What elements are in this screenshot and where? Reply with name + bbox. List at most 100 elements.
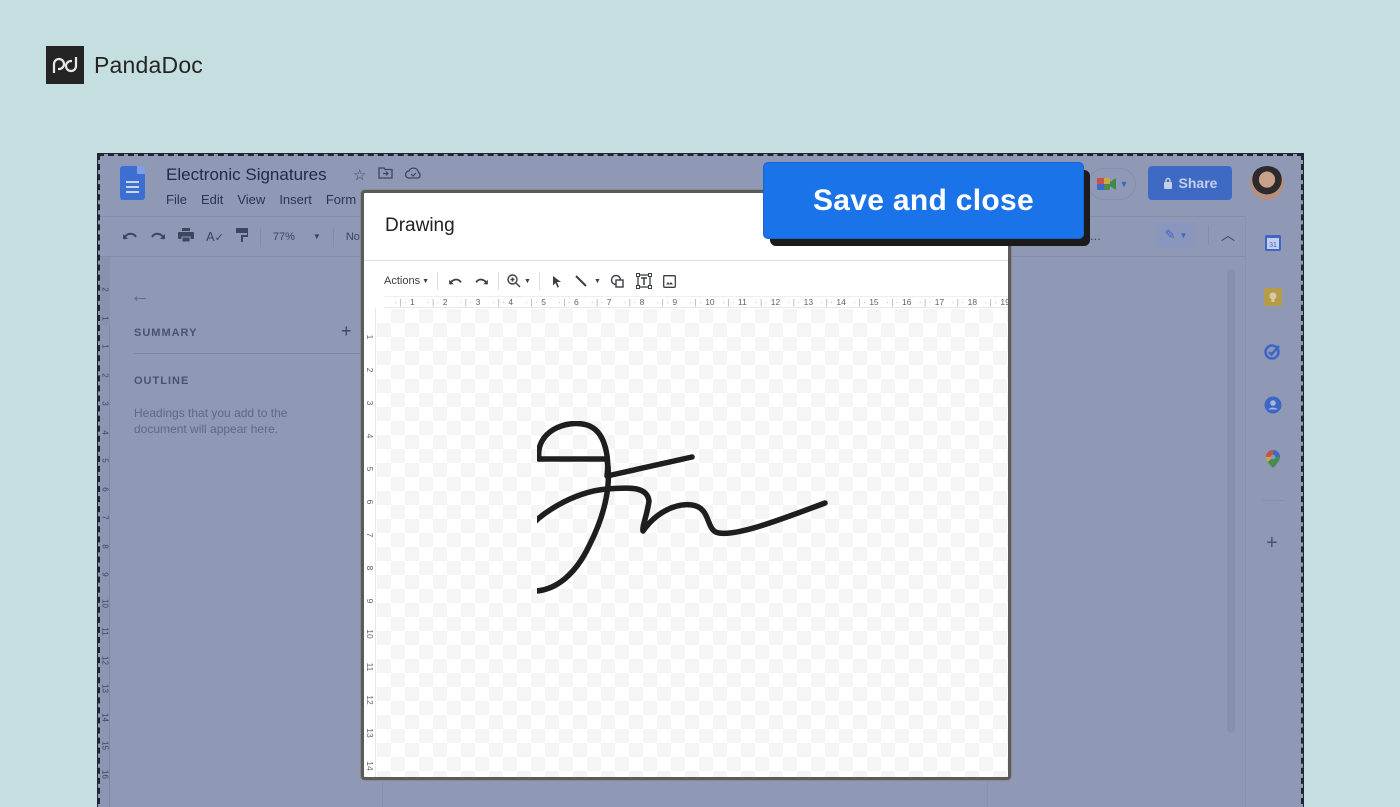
ruler-tick-label: 11 [738,297,747,307]
shape-icon[interactable] [609,272,627,290]
signature-stroke-crossbar [537,421,695,479]
ruler-tick-label: 1 [100,344,110,349]
ruler-tick: · | · [853,297,866,307]
tasks-icon[interactable] [1264,342,1282,360]
outline-hint: Headings that you add to the document wi… [134,406,288,436]
back-arrow-icon[interactable]: ← [130,285,150,308]
toolbar-divider [332,226,334,247]
ruler-tick-label: 2 [100,287,110,292]
ruler-tick: · | · [886,297,899,307]
ruler-tick-label: 6 [100,486,110,492]
editing-mode-button[interactable]: ✎ ▼ [1156,222,1196,248]
add-summary-icon[interactable]: + [341,321,352,342]
ruler-tick: · | · [492,297,505,307]
toolbar-divider [538,272,540,290]
ruler-tick-label: 3 [100,401,110,406]
image-icon[interactable] [661,272,679,290]
save-and-close-button[interactable]: Save and close [763,162,1084,239]
avatar[interactable] [1250,166,1284,200]
ruler-tick: · | · [623,297,637,307]
divider [364,260,1008,261]
ruler-tick-label: 3 [475,297,481,307]
redo-icon[interactable] [150,229,166,244]
ruler-tick: · | · [984,297,997,307]
ruler-tick-label: 11 [100,627,110,636]
undo-icon[interactable] [122,229,138,244]
ruler-tick: · | · [394,297,407,307]
calendar-icon[interactable]: 31 [1264,234,1282,252]
keep-icon[interactable] [1264,288,1282,306]
ruler-tick-label: 17 [934,297,945,307]
redo-icon[interactable] [472,272,490,290]
divider [134,353,384,354]
doc-title[interactable]: Electronic Signatures [166,165,327,185]
ruler-tick-label: 4 [365,433,375,439]
ruler-tick-label: 8 [100,543,110,549]
chevron-down-icon: ▼ [593,277,601,285]
toolbar-divider [498,272,500,290]
horizontal-ruler: 1 · | · 2 · | · 3 · | · 4 · | · 5 · | · 6 · | · 7 · |… [384,296,1008,308]
paint-format-icon[interactable] [235,227,249,246]
signature-drawing[interactable] [537,421,877,621]
ruler-tick-label: 10 [705,297,715,307]
ruler-tick: · | · [787,297,801,307]
ruler-tick-label: 12 [365,695,375,705]
line-icon [575,275,587,287]
ruler-tick-label: 13 [803,297,814,307]
ruler-tick-label: 16 [902,297,912,307]
ruler-tick: · | · [525,297,538,307]
zoom-in-icon [507,274,521,288]
ruler-tick-label: 10 [365,629,375,639]
spellcheck-icon[interactable]: A✓ [206,229,224,244]
menu-view[interactable]: View [237,192,265,207]
ruler-tick-label: 5 [100,458,110,463]
more-options-icon[interactable]: ... [1090,228,1101,243]
menu-edit[interactable]: Edit [201,192,223,207]
outline-heading: OUTLINE [134,375,190,387]
ruler-tick: · | · [820,297,833,307]
zoom-select[interactable]: 77% ▼ [273,231,321,243]
ruler-tick-label: 8 [639,297,645,307]
ruler-tick-label: 7 [100,515,110,520]
zoom-menu[interactable]: ▼ [507,274,531,288]
maps-icon[interactable] [1264,450,1282,468]
menu-file[interactable]: File [166,192,187,207]
contacts-icon[interactable] [1264,396,1282,414]
ruler-tick: · | · [558,297,571,307]
ruler-tick-label: 4 [100,429,110,435]
ruler-tick-label: 10 [100,598,110,608]
print-icon[interactable] [178,228,194,245]
meet-button[interactable]: ▼ [1088,168,1136,200]
outline-pane: ← SUMMARY + OUTLINE Headings that you ad… [114,257,384,807]
menu-format[interactable]: Form [326,192,356,207]
docs-icon[interactable] [120,166,145,200]
select-pointer-icon[interactable] [548,272,566,290]
toolbar-divider [1208,225,1209,245]
chevron-down-icon: ▼ [312,232,321,241]
ruler-tick-label: 15 [100,741,110,750]
chevron-down-icon: ▼ [422,277,430,285]
add-addon-icon[interactable]: + [1266,532,1278,555]
ruler-tick-label: 7 [365,532,375,538]
ruler-tick: · | · [426,297,440,307]
undo-icon[interactable] [446,272,464,290]
actions-menu[interactable]: Actions ▼ [384,275,429,287]
cloud-saved-icon[interactable] [405,166,422,184]
ruler-tick: · | · [656,297,669,307]
menu-insert[interactable]: Insert [279,192,312,207]
move-to-folder-icon[interactable] [378,166,394,184]
star-icon[interactable]: ☆ [353,166,366,184]
drawing-canvas[interactable] [377,309,1008,777]
collapse-menu-icon[interactable]: ︿ [1221,225,1235,245]
ruler-tick-label: 2 [365,367,375,373]
svg-text:31: 31 [1269,242,1277,249]
ruler-tick-label: 5 [541,297,546,307]
line-tool[interactable]: ▼ [574,274,601,288]
scrollbar[interactable] [1227,269,1235,733]
ruler-tick-label: 14 [836,297,846,307]
text-box-icon[interactable] [635,272,653,290]
zoom-value: 77% [272,230,295,243]
vertical-ruler: 1 2 3 4 5 6 7 8 9 10 11 12 13 14 [364,308,376,777]
brand: PandaDoc [46,46,203,84]
share-button[interactable]: Share [1148,166,1232,200]
